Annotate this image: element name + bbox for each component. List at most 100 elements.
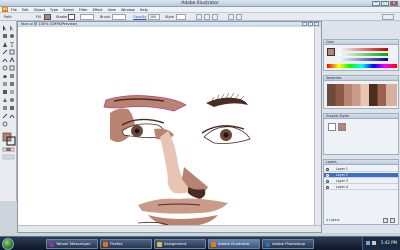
align-center-button[interactable] [204, 14, 210, 20]
align-left-button[interactable] [196, 14, 202, 20]
style-thumb-skin[interactable] [338, 123, 346, 131]
color-spectrum[interactable] [327, 64, 397, 68]
menu-object[interactable]: Object [34, 8, 45, 12]
menu-effect[interactable]: Effect [93, 8, 103, 12]
menu-edit[interactable]: Edit [22, 8, 29, 12]
stroke-weight-field[interactable] [80, 14, 94, 20]
scissors-tool-icon[interactable] [2, 113, 8, 119]
brush-dropdown[interactable] [112, 14, 126, 20]
stroke-swatch[interactable] [68, 14, 75, 20]
free-transform-tool-icon[interactable] [10, 74, 14, 78]
maximize-button[interactable]: □ [381, 1, 389, 6]
graphic-styles-panel-title[interactable]: Graphic Styles [324, 114, 398, 119]
menu-file[interactable]: File [11, 8, 17, 12]
swatches-panel: Swatches [323, 75, 399, 109]
type-tool-icon[interactable]: T [10, 42, 14, 49]
warp-tool-icon[interactable] [3, 75, 7, 78]
style-swatch[interactable] [176, 14, 186, 20]
eye-icon[interactable] [326, 186, 329, 189]
clock[interactable]: 5:42 PM [381, 240, 397, 245]
eyedropper-tool-icon[interactable] [3, 98, 7, 102]
doc-maximize-button[interactable] [308, 22, 313, 26]
minimize-button[interactable]: − [372, 1, 380, 6]
hand-tool-icon[interactable] [9, 115, 15, 119]
color-mode-icon[interactable] [2, 147, 7, 152]
layer-row-1[interactable]: Layer 1 [324, 167, 398, 172]
taskbar-item-photoshop[interactable]: Adobe Photoshop [262, 239, 314, 249]
opacity-link[interactable]: Opacity [133, 14, 146, 20]
volume-icon[interactable] [372, 241, 376, 245]
magenta-slider[interactable] [338, 53, 388, 56]
menu-view[interactable]: View [108, 8, 116, 12]
layer-name: Layer 1 [336, 167, 348, 171]
network-icon[interactable] [366, 241, 370, 245]
eye-icon[interactable] [326, 174, 329, 177]
crop-tool-icon[interactable] [10, 106, 14, 110]
upper-lip[interactable] [138, 198, 228, 214]
vertical-scrollbar[interactable] [314, 27, 321, 227]
pencil-tool-icon[interactable] [9, 56, 15, 63]
swatches-panel-title[interactable]: Swatches [324, 76, 398, 81]
taskbar-item-firefox[interactable]: Firefox [100, 239, 152, 249]
gradient-mode-icon[interactable] [6, 147, 11, 152]
taskbar-item-messenger[interactable]: Yahoo! Messenger [46, 239, 98, 249]
layer-row-2[interactable]: Layer 2 [324, 173, 398, 178]
align-right-button[interactable] [212, 14, 218, 20]
scale-tool-icon[interactable] [9, 65, 15, 71]
eye-icon[interactable] [326, 168, 329, 171]
close-button[interactable]: × [390, 1, 398, 6]
brush-tool-icon[interactable] [2, 59, 8, 63]
start-orb-icon[interactable] [2, 238, 14, 250]
opacity-field[interactable]: 100 [148, 14, 160, 20]
left-brow-shape[interactable] [103, 95, 187, 112]
line-tool-icon[interactable] [2, 49, 8, 55]
screen-mode-icon[interactable] [2, 154, 15, 160]
taskbar-item-assignment[interactable]: Assignment [154, 239, 206, 249]
lasso-tool-icon[interactable] [10, 34, 14, 38]
zoom-tool-icon[interactable] [2, 121, 8, 127]
horizontal-scrollbar[interactable] [18, 225, 321, 232]
eye-icon[interactable] [326, 180, 329, 183]
magic-wand-tool-icon[interactable] [3, 34, 7, 38]
delete-layer-button[interactable] [383, 218, 388, 223]
rotate-tool-icon[interactable] [2, 65, 8, 71]
color-panel-title[interactable]: Color [324, 40, 398, 45]
transform-button[interactable] [228, 14, 234, 20]
mesh-tool-icon[interactable] [3, 90, 7, 94]
workspace-menu-button[interactable] [382, 14, 394, 20]
yellow-slider[interactable] [338, 58, 388, 61]
taskbar-item-illustrator[interactable]: Adobe Illustrator [208, 239, 260, 249]
color-panel-fill[interactable] [327, 48, 335, 56]
artboard-canvas[interactable] [18, 27, 316, 227]
taskbar-label: Adobe Photoshop [272, 241, 306, 246]
taskbar: Yahoo! Messenger Firefox Assignment Adob… [0, 236, 400, 250]
doc-close-button[interactable] [314, 22, 319, 26]
isolate-button[interactable] [236, 14, 242, 20]
blend-tool-icon[interactable] [10, 98, 14, 102]
tools-panel: T [0, 21, 17, 201]
pen-tool-icon[interactable] [3, 42, 7, 47]
doc-minimize-button[interactable] [302, 22, 307, 26]
new-layer-button[interactable] [390, 218, 395, 223]
layers-panel-title[interactable]: Layers [324, 160, 398, 165]
selection-tool-icon[interactable] [3, 25, 7, 31]
live-paint-tool-icon[interactable] [3, 106, 7, 110]
menu-window[interactable]: Window [121, 8, 135, 12]
layer-row-3[interactable]: Layer 3 [324, 179, 398, 184]
graph-tool-icon[interactable] [10, 82, 14, 86]
menu-help[interactable]: Help [140, 8, 148, 12]
cyan-slider[interactable] [338, 48, 388, 51]
right-brow[interactable] [206, 97, 248, 107]
rectangle-tool-icon[interactable] [9, 49, 15, 55]
style-thumb-default[interactable] [328, 123, 336, 131]
menu-type[interactable]: Type [50, 8, 58, 12]
direct-selection-tool-icon[interactable] [10, 25, 14, 31]
none-mode-icon[interactable] [10, 147, 15, 152]
layer-row-4[interactable]: Layer 4 [324, 185, 398, 190]
gradient-tool-icon[interactable] [10, 90, 14, 94]
symbol-sprayer-tool-icon[interactable] [3, 82, 7, 86]
menu-filter[interactable]: Filter [79, 8, 88, 12]
swatch-grid[interactable] [327, 84, 397, 106]
fill-swatch[interactable] [44, 14, 51, 20]
menu-select[interactable]: Select [63, 8, 74, 12]
